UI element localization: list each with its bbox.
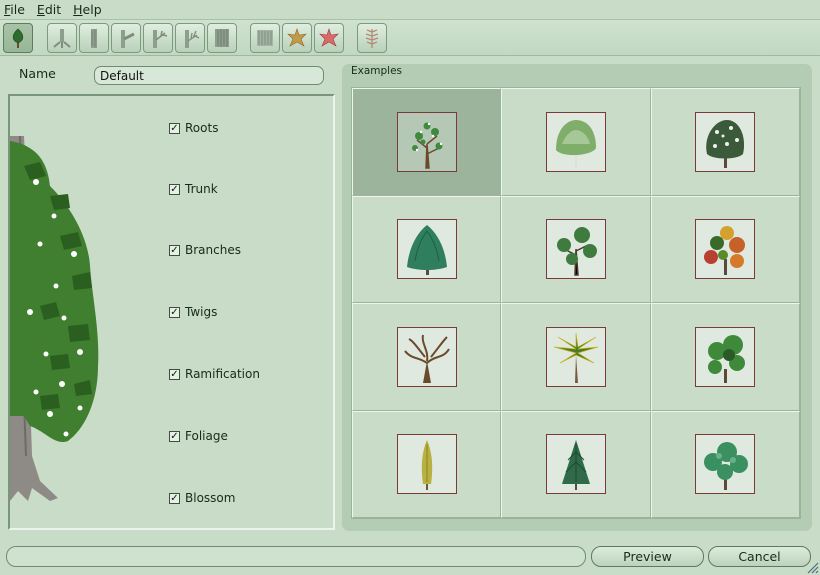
tree-icon — [12, 28, 24, 48]
examples-grid — [351, 87, 801, 519]
example-tree-thumbnail — [704, 442, 749, 491]
example-tree-thumbnail — [706, 119, 745, 168]
roots-checkbox[interactable]: ✓ — [169, 122, 180, 134]
example-tile-10[interactable] — [352, 410, 502, 518]
menu-edit[interactable]: Edit — [37, 2, 61, 17]
roots-button[interactable] — [47, 23, 77, 53]
example-tile-1[interactable] — [352, 88, 502, 196]
trunk-button[interactable] — [79, 23, 109, 53]
trunk-checkbox[interactable]: ✓ — [169, 183, 180, 195]
leaf-icon — [287, 28, 307, 47]
toolbar — [0, 20, 820, 56]
example-tile-7[interactable] — [352, 303, 502, 411]
example-tree-thumbnail — [406, 225, 447, 276]
menu-file[interactable]: File — [4, 2, 25, 17]
branches-checkbox[interactable]: ✓ — [169, 244, 180, 256]
bark-texture-icon-2 — [257, 30, 273, 46]
status-bar — [6, 546, 586, 567]
component-roots[interactable]: ✓ Roots — [169, 121, 218, 135]
texture-button[interactable] — [250, 23, 280, 53]
menu-help[interactable]: Help — [73, 2, 102, 17]
example-tile-5[interactable] — [501, 195, 651, 303]
component-twigs[interactable]: ✓ Twigs — [169, 305, 217, 319]
branches-icon — [121, 30, 135, 48]
foliage-label: Foliage — [185, 429, 228, 443]
example-tile-8[interactable] — [501, 303, 651, 411]
bark-texture-button[interactable] — [207, 23, 237, 53]
example-tree-thumbnail — [555, 119, 596, 168]
example-tree-thumbnail — [421, 440, 432, 491]
roots-label: Roots — [185, 121, 219, 135]
example-tree-thumbnail — [411, 122, 443, 169]
tree-component-panel: ✓ Roots ✓ Trunk ✓ Branches ✓ Twigs ✓ Ram… — [8, 94, 335, 530]
branches-label: Branches — [185, 243, 241, 257]
twigs-label: Twigs — [185, 305, 218, 319]
example-tile-12[interactable] — [650, 410, 800, 518]
tree-button[interactable] — [3, 23, 33, 53]
name-label: Name — [19, 66, 56, 81]
example-tree-thumbnail — [556, 227, 597, 276]
twigs-checkbox[interactable]: ✓ — [169, 306, 180, 318]
example-tile-4[interactable] — [352, 195, 502, 303]
menu-bar: File Edit Help — [0, 0, 820, 20]
preview-button[interactable]: Preview — [591, 546, 704, 567]
roots-icon — [53, 29, 71, 48]
trunk-label: Trunk — [185, 182, 218, 196]
example-tile-9[interactable] — [650, 303, 800, 411]
examples-title: Examples — [351, 65, 403, 77]
example-tree-thumbnail — [704, 226, 746, 276]
example-tree-thumbnail — [561, 440, 590, 491]
resize-grip-icon[interactable] — [805, 560, 819, 574]
ramification-checkbox[interactable]: ✓ — [169, 368, 180, 380]
blossom-label: Blossom — [185, 491, 236, 505]
ramification-icon — [185, 30, 200, 48]
component-ramification[interactable]: ✓ Ramification — [169, 367, 260, 381]
ramification-label: Ramification — [185, 367, 260, 381]
example-tile-3[interactable] — [650, 88, 800, 196]
example-tree-thumbnail — [403, 334, 450, 383]
example-tile-2[interactable] — [501, 88, 651, 196]
leaf-button[interactable] — [282, 23, 312, 53]
twigs-icon — [153, 30, 168, 48]
branches-button[interactable] — [111, 23, 141, 53]
blossom-icon — [319, 28, 339, 47]
bark-texture-icon — [215, 29, 229, 47]
fern-button[interactable] — [357, 23, 387, 53]
foliage-checkbox[interactable]: ✓ — [169, 430, 180, 442]
name-field[interactable] — [94, 66, 324, 85]
blossom-button[interactable] — [314, 23, 344, 53]
fern-icon — [365, 29, 379, 48]
component-foliage[interactable]: ✓ Foliage — [169, 429, 228, 443]
ramification-button[interactable] — [175, 23, 205, 53]
twigs-button[interactable] — [143, 23, 173, 53]
component-trunk[interactable]: ✓ Trunk — [169, 182, 218, 196]
examples-panel: Examples — [342, 64, 812, 531]
component-branches[interactable]: ✓ Branches — [169, 243, 241, 257]
example-tile-6[interactable] — [650, 195, 800, 303]
cancel-button[interactable]: Cancel — [708, 546, 811, 567]
example-tree-thumbnail — [708, 334, 746, 383]
tree-preview-image — [10, 135, 99, 501]
trunk-icon — [91, 29, 97, 48]
example-tile-11[interactable] — [501, 410, 651, 518]
component-blossom[interactable]: ✓ Blossom — [169, 491, 235, 505]
blossom-checkbox[interactable]: ✓ — [169, 492, 180, 504]
example-tree-thumbnail — [553, 332, 599, 383]
